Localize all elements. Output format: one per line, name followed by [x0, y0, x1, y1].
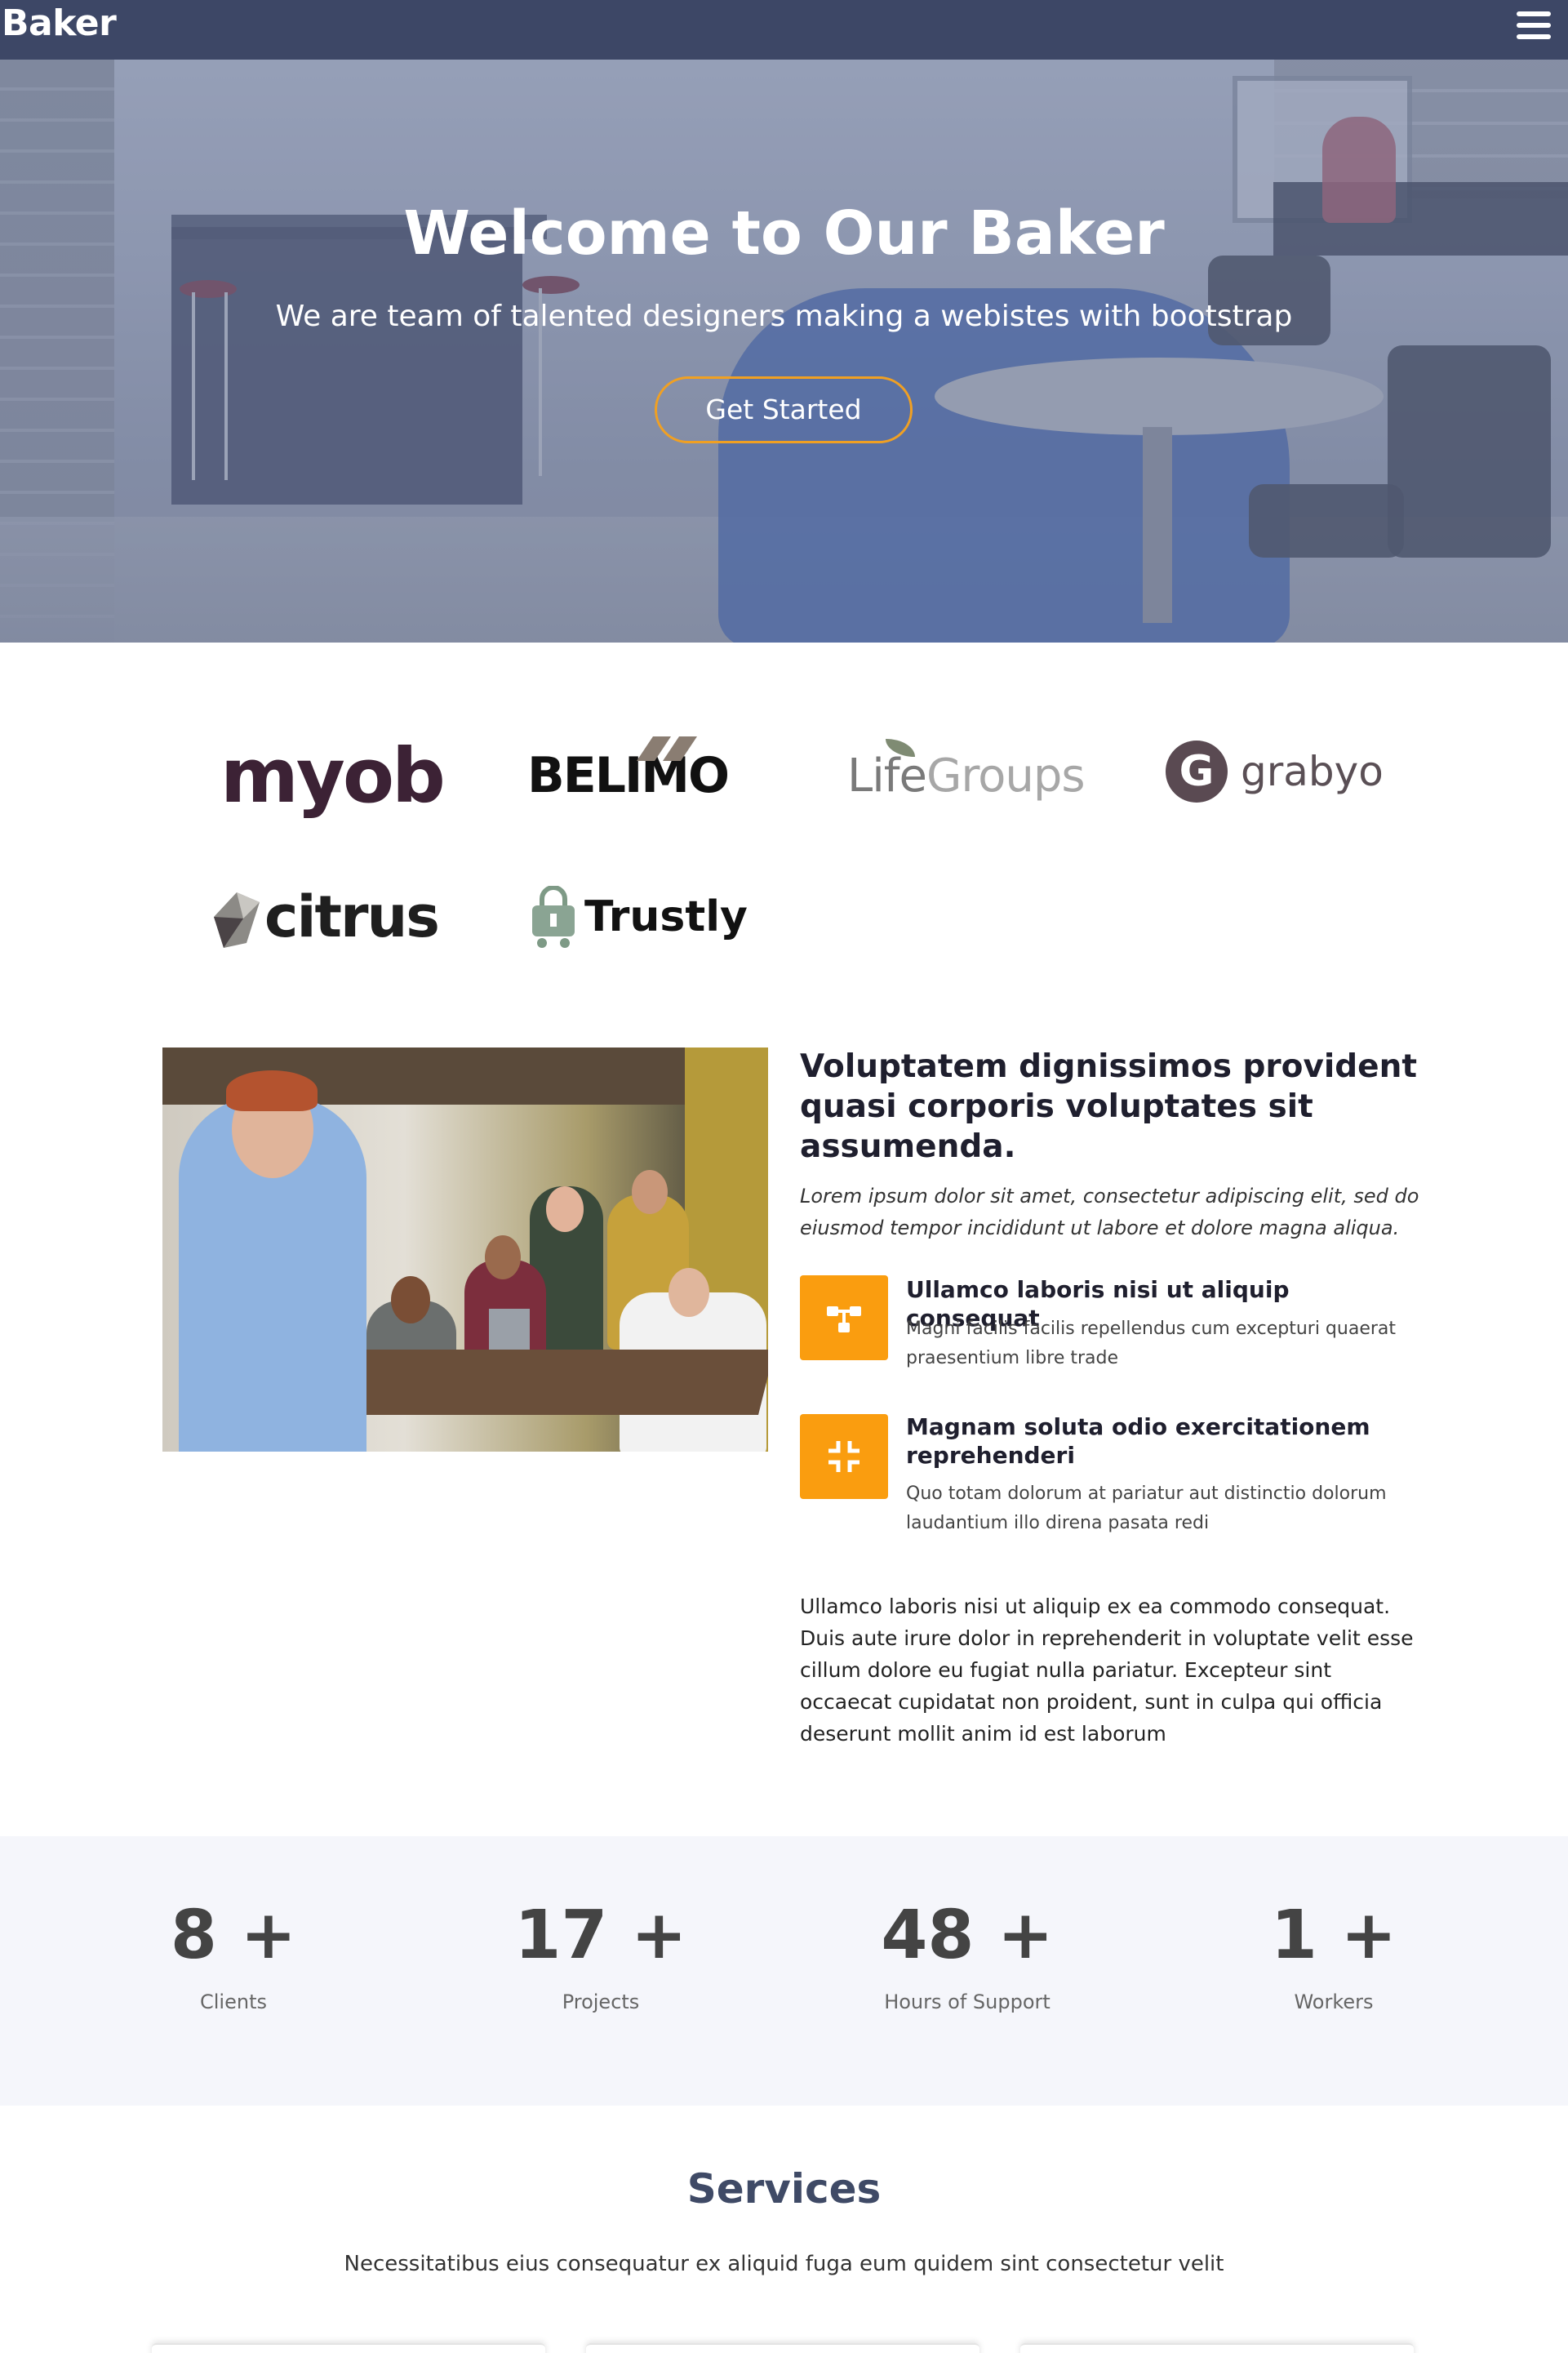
get-started-button[interactable]: Get Started [655, 376, 913, 443]
count-hours-support: 48 + Hours of Support [804, 1891, 1130, 2013]
count-value: 17 + [514, 1897, 687, 1974]
feature-desc: Magni facilis facilis repellendus cum ex… [906, 1319, 1397, 1368]
count-projects: 17 + Projects [438, 1891, 764, 2013]
navbar: Baker [0, 0, 1568, 60]
hero-overlay [0, 60, 1568, 643]
count-value: 1 + [1270, 1897, 1397, 1974]
belimo-mark-icon [637, 736, 697, 761]
client-logo-grabyo[interactable]: G grabyo [1166, 727, 1384, 816]
hero-subtitle: We are team of talented designers making… [275, 300, 1293, 333]
about-body: Ullamco laboris nisi ut aliquip ex ea co… [800, 1595, 1414, 1746]
service-card[interactable] [586, 2343, 979, 2353]
hero-section: Welcome to Our Baker We are team of tale… [0, 60, 1568, 643]
service-card[interactable] [152, 2343, 545, 2353]
count-clients: 8 + Clients [70, 1891, 397, 2013]
count-label: Clients [200, 1990, 267, 2013]
client-logo-text: Trustly [584, 892, 748, 941]
count-value: 8 + [170, 1897, 297, 1974]
grabyo-mark-icon: G [1166, 741, 1228, 803]
client-logo-text: citrus [264, 883, 440, 950]
share-nodes-icon [800, 1275, 888, 1360]
count-label: Hours of Support [884, 1990, 1051, 2013]
client-logo-text: grabyo [1241, 748, 1384, 795]
client-logo-myob[interactable]: myob [220, 731, 446, 821]
service-card[interactable] [1020, 2343, 1414, 2353]
count-workers: 1 + Workers [1170, 1891, 1497, 2013]
cart-lock-icon [532, 886, 575, 948]
feature-desc: Quo totam dolorum at pariatur aut distin… [906, 1483, 1387, 1533]
services-title: Services [686, 2165, 882, 2213]
compress-icon [800, 1414, 888, 1499]
client-logo-lifegroups[interactable]: Life Groups [847, 731, 1086, 821]
hamburger-icon[interactable] [1517, 11, 1551, 42]
client-logo-text: Groups [926, 749, 1086, 803]
brand-logo[interactable]: Baker [2, 2, 117, 44]
client-logo-citrus[interactable]: citrus [214, 872, 440, 962]
about-image [162, 1048, 768, 1452]
count-label: Projects [562, 1990, 640, 2013]
client-logo-text: Life [847, 749, 927, 803]
hero-title: Welcome to Our Baker [403, 198, 1165, 269]
count-value: 48 + [881, 1897, 1054, 1974]
count-label: Workers [1294, 1990, 1374, 2013]
about-lead: Lorem ipsum dolor sit amet, consectetur … [800, 1185, 1419, 1239]
feature-title: Magnam soluta odio exercitationem repreh… [906, 1413, 1370, 1469]
client-logo-trustly[interactable]: Trustly [529, 872, 748, 962]
citrus-mark-icon [214, 892, 260, 948]
services-subtitle: Necessitatibus eius consequatur ex aliqu… [344, 2252, 1224, 2276]
client-logo-text: myob [220, 732, 446, 820]
about-title: Voluptatem dignissimos provident quasi c… [800, 1048, 1418, 1165]
